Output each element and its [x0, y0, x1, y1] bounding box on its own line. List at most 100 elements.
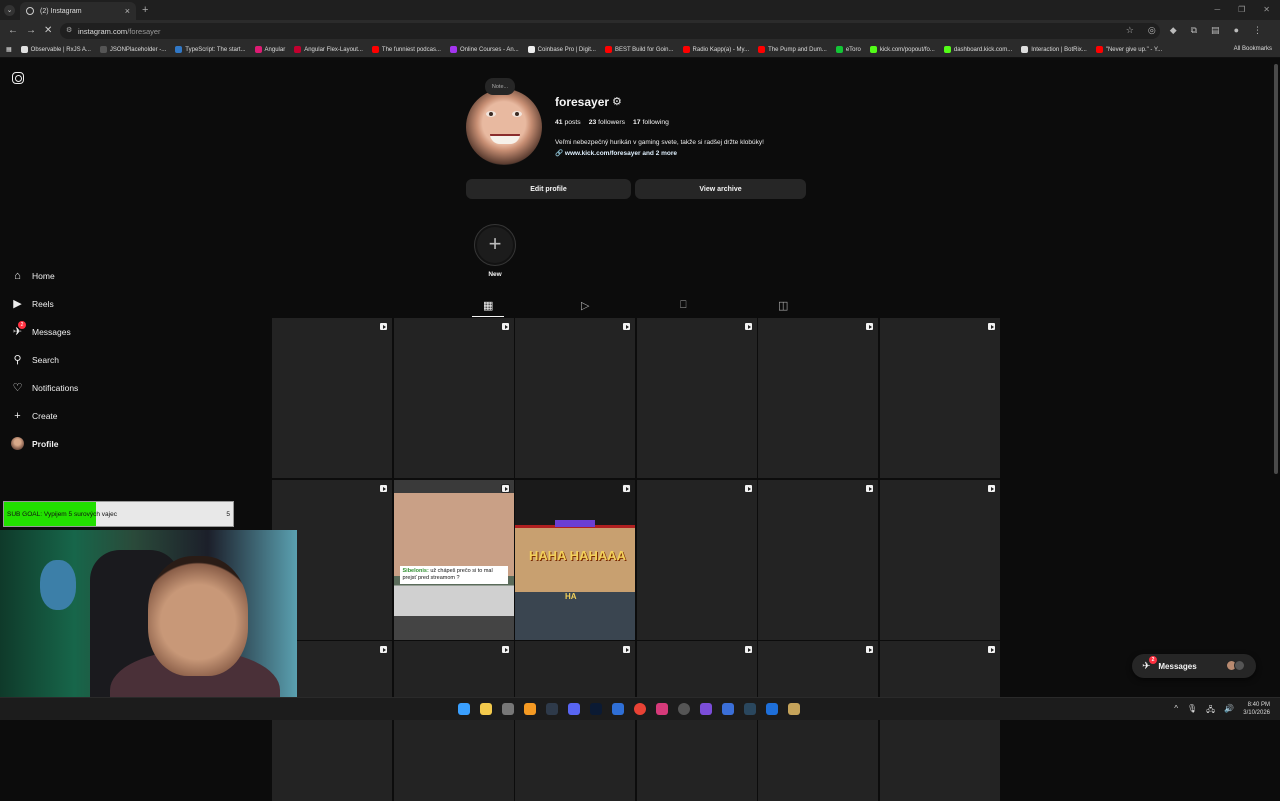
photoshop-icon[interactable]	[590, 703, 602, 715]
sidebar-item-messages[interactable]: ✈ 2 Messages	[11, 321, 131, 338]
post-tile[interactable]: Sibelonis: už chápeš prečo si to mal pre…	[393, 479, 514, 640]
edit-profile-button[interactable]: Edit profile	[466, 179, 631, 199]
chrome-icon[interactable]	[634, 703, 646, 715]
extension-icon[interactable]: ◆	[1170, 25, 1177, 36]
bookmark-item[interactable]: Angular	[254, 46, 285, 53]
bookmark-item[interactable]: Radio Kapp(a) - My...	[682, 46, 749, 53]
caption-user: Sibelonis:	[402, 567, 429, 574]
tab-tagged[interactable]: ◫	[778, 299, 788, 312]
sidebar-item-reels[interactable]: ▶ Reels	[11, 297, 131, 310]
post-tile[interactable]	[636, 318, 757, 478]
sidebar-item-create[interactable]: + Create	[11, 409, 131, 422]
browser-tab-instagram[interactable]: (2) Instagram ×	[20, 2, 136, 20]
bookmark-item[interactable]: JSONPlaceholder -...	[99, 46, 166, 53]
forward-icon[interactable]: →	[26, 25, 36, 36]
bookmark-item[interactable]: Online Courses - An...	[449, 46, 519, 53]
followers-stat[interactable]: 23 followers	[589, 119, 625, 126]
post-tile[interactable]	[758, 479, 878, 640]
bookmark-item[interactable]: Interaction | BotRix...	[1021, 46, 1087, 53]
profile-avatar-icon[interactable]: ●	[1234, 25, 1239, 36]
bookmark-item[interactable]: TypeScript: The start...	[175, 46, 246, 53]
post-tile[interactable]	[758, 318, 878, 478]
url-bar[interactable]: ⚙ instagram.com/foresayer	[60, 23, 1160, 39]
app-icon[interactable]	[546, 703, 558, 715]
new-tab-button[interactable]: +	[142, 4, 148, 16]
page-scrollbar[interactable]	[1274, 64, 1278, 474]
maximize-icon[interactable]: ❐	[1238, 5, 1245, 14]
sidebar-item-profile[interactable]: Profile	[11, 437, 131, 450]
bookmark-item[interactable]: "Never give up." - Y...	[1095, 46, 1162, 53]
volume-icon[interactable]: 🔊	[1224, 704, 1234, 718]
post-tile[interactable]	[879, 479, 1000, 640]
app-icon[interactable]	[656, 703, 668, 715]
sidebar-item-home[interactable]: ⌂ Home	[11, 269, 131, 282]
microphone-icon[interactable]: 🎙	[1187, 704, 1197, 718]
app-icon[interactable]	[678, 703, 690, 715]
bookmark-item[interactable]: The Pump and Dum...	[758, 46, 827, 53]
app-icon[interactable]	[524, 703, 536, 715]
app-icon[interactable]	[502, 703, 514, 715]
close-window-icon[interactable]: ✕	[1263, 5, 1270, 14]
post-tile[interactable]	[636, 479, 757, 640]
post-tile[interactable]	[515, 641, 635, 801]
app-icon[interactable]	[612, 703, 624, 715]
new-highlight-button[interactable]: +	[474, 224, 516, 266]
note-bubble[interactable]: Note...	[485, 78, 515, 95]
post-tile[interactable]	[393, 641, 514, 801]
post-tile[interactable]	[272, 318, 392, 478]
following-stat[interactable]: 17 following	[633, 119, 669, 126]
stop-icon[interactable]: ✕	[44, 25, 52, 36]
app-icon[interactable]	[788, 703, 800, 715]
post-tile[interactable]	[393, 318, 514, 478]
network-icon[interactable]: 🖧	[1206, 704, 1215, 718]
app-icon[interactable]	[722, 703, 734, 715]
profile-picture[interactable]	[466, 89, 542, 165]
start-icon[interactable]	[458, 703, 470, 715]
sidebar-item-notifications[interactable]: ♡ Notifications	[11, 381, 131, 394]
extension-icon[interactable]: ◎	[1148, 25, 1156, 36]
post-tile[interactable]	[758, 641, 878, 801]
discord-icon[interactable]	[568, 703, 580, 715]
reel-icon	[986, 483, 996, 493]
bookmark-item[interactable]: BEST Build for Goin...	[604, 46, 674, 53]
tab-reels[interactable]: ▷	[581, 299, 589, 312]
app-icon[interactable]	[766, 703, 778, 715]
app-icon[interactable]	[700, 703, 712, 715]
post-tile[interactable]	[636, 641, 757, 801]
tab-posts[interactable]: ▦	[483, 299, 493, 312]
post-tile[interactable]: HAHA HAHAAA HA	[515, 479, 635, 640]
bookmark-label: BEST Build for Goin...	[614, 46, 674, 53]
bookmark-item[interactable]: Coinbase Pro | Digit...	[527, 46, 596, 53]
sidebar-item-search[interactable]: ⚲ Search	[11, 353, 131, 366]
post-tile[interactable]	[879, 318, 1000, 478]
taskbar-clock[interactable]: 8:40 PM 3/10/2026	[1243, 701, 1270, 718]
post-tile[interactable]	[879, 641, 1000, 801]
puzzle-icon[interactable]: ⧉	[1191, 25, 1197, 36]
steam-icon[interactable]	[744, 703, 756, 715]
settings-gear-icon[interactable]: ⚙	[612, 95, 622, 108]
tab-close-icon[interactable]: ×	[125, 6, 130, 16]
site-info-icon[interactable]: ⚙	[66, 26, 72, 34]
bookmark-item[interactable]: eToro	[835, 46, 861, 53]
menu-dots-icon[interactable]: ⋮	[1253, 25, 1262, 36]
bookmark-item[interactable]: dashboard.kick.com...	[943, 46, 1012, 53]
sidepanel-icon[interactable]: ▤	[1211, 25, 1220, 36]
tab-saved[interactable]: ⎕	[680, 299, 687, 312]
profile-link[interactable]: 🔗 www.kick.com/foresayer and 2 more	[555, 149, 677, 157]
bookmark-star-icon[interactable]: ☆	[1126, 25, 1134, 36]
bookmark-item[interactable]: The funniest podcas...	[371, 46, 441, 53]
bookmark-item[interactable]: kick.com/popout/fo...	[869, 46, 935, 53]
apps-grid-icon[interactable]: ▦	[6, 46, 12, 53]
all-bookmarks-button[interactable]: All Bookmarks	[1234, 46, 1272, 52]
minimize-icon[interactable]: ─	[1214, 5, 1220, 14]
file-explorer-icon[interactable]	[480, 703, 492, 715]
bookmark-item[interactable]: Angular Flex-Layout...	[294, 46, 363, 53]
tray-expand-icon[interactable]: ^	[1174, 704, 1178, 718]
view-archive-button[interactable]: View archive	[635, 179, 806, 199]
tab-search-icon[interactable]: ⌄	[4, 5, 15, 16]
messages-pill-button[interactable]: ✈ 2 Messages	[1132, 654, 1256, 678]
post-tile[interactable]	[515, 318, 635, 478]
instagram-logo-icon[interactable]	[12, 72, 24, 84]
bookmark-item[interactable]: Observable | RxJS A...	[20, 46, 91, 53]
back-icon[interactable]: ←	[8, 25, 18, 36]
